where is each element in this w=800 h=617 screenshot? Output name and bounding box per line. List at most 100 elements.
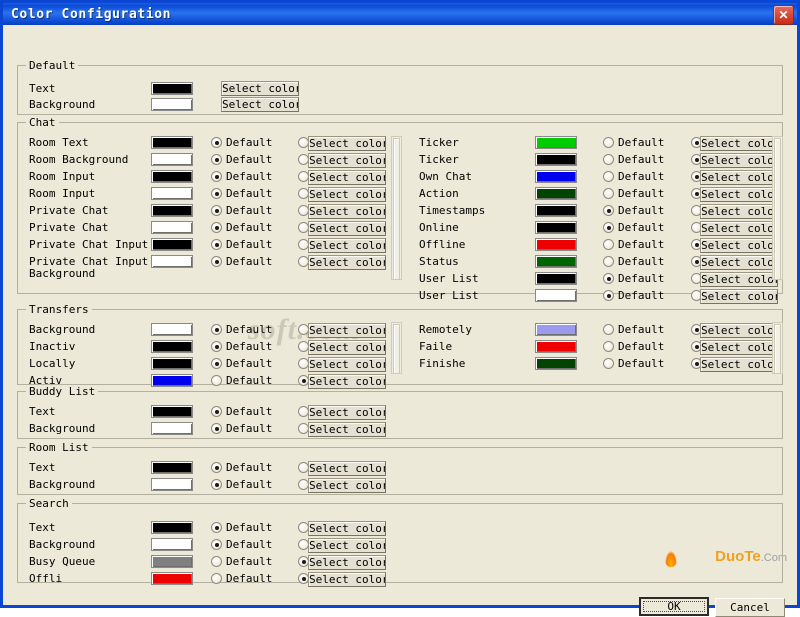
select-color-button-chat-left-private-chat-input-background-7[interactable]: Select color	[308, 255, 386, 270]
select-color-button-chat-right-user-list-9[interactable]: Select color	[700, 289, 778, 304]
radio-default-buddy-text-0[interactable]	[211, 406, 222, 417]
select-color-button-chat-left-room-text-0[interactable]: Select color	[308, 136, 386, 151]
radio-default-search-background-1[interactable]	[211, 539, 222, 550]
color-swatch-default-background[interactable]	[151, 98, 193, 111]
select-color-button-search-background-1[interactable]: Select color	[308, 538, 386, 553]
color-swatch-chat-left-room-background-1[interactable]	[151, 153, 193, 166]
radio-default-transfers-left-locally-2[interactable]	[211, 358, 222, 369]
radio-default-chat-right-status-7[interactable]	[603, 256, 614, 267]
color-swatch-chat-right-online-5[interactable]	[535, 221, 577, 234]
radio-default-chat-left-private-chat-4[interactable]	[211, 205, 222, 216]
radio-default-chat-left-room-background-1[interactable]	[211, 154, 222, 165]
select-color-button-chat-right-offline-6[interactable]: Select color	[700, 238, 778, 253]
color-swatch-chat-right-ticker-1[interactable]	[535, 153, 577, 166]
close-icon[interactable]: ✕	[773, 5, 794, 25]
ok-button[interactable]: OK	[639, 597, 709, 616]
radio-default-room-text-0[interactable]	[211, 462, 222, 473]
color-swatch-chat-left-room-input-2[interactable]	[151, 170, 193, 183]
color-swatch-default-text[interactable]	[151, 82, 193, 95]
select-color-button-transfers-left-background-0[interactable]: Select color	[308, 323, 386, 338]
transfers-left-scrollbar[interactable]	[391, 322, 402, 374]
color-swatch-search-text-0[interactable]	[151, 521, 193, 534]
select-color-button-transfers-right-faile-1[interactable]: Select color	[700, 340, 778, 355]
color-swatch-chat-right-action-3[interactable]	[535, 187, 577, 200]
radio-default-chat-right-offline-6[interactable]	[603, 239, 614, 250]
select-color-button-search-offli-3[interactable]: Select color	[308, 572, 386, 587]
select-color-button-chat-right-status-7[interactable]: Select color	[700, 255, 778, 270]
radio-default-chat-right-timestamps-4[interactable]	[603, 205, 614, 216]
radio-default-transfers-left-background-0[interactable]	[211, 324, 222, 335]
select-color-button-default-background[interactable]: Select color	[221, 97, 299, 112]
select-color-button-transfers-right-remotely-0[interactable]: Select color	[700, 323, 778, 338]
select-color-button-room-background-1[interactable]: Select color	[308, 478, 386, 493]
radio-default-chat-left-private-chat-input-6[interactable]	[211, 239, 222, 250]
select-color-button-transfers-left-inactiv-1[interactable]: Select color	[308, 340, 386, 355]
select-color-button-chat-right-timestamps-4[interactable]: Select color	[700, 204, 778, 219]
radio-default-chat-right-ticker-1[interactable]	[603, 154, 614, 165]
color-swatch-chat-right-user-list-9[interactable]	[535, 289, 577, 302]
radio-default-chat-right-user-list-8[interactable]	[603, 273, 614, 284]
select-color-button-transfers-right-finishe-2[interactable]: Select color	[700, 357, 778, 372]
color-swatch-chat-left-private-chat-4[interactable]	[151, 204, 193, 217]
select-color-button-room-text-0[interactable]: Select color	[308, 461, 386, 476]
transfers-right-scrollbar-thumb[interactable]	[774, 324, 781, 374]
radio-default-buddy-background-1[interactable]	[211, 423, 222, 434]
color-swatch-buddy-text-0[interactable]	[151, 405, 193, 418]
color-swatch-chat-left-room-input-3[interactable]	[151, 187, 193, 200]
select-color-button-chat-right-online-5[interactable]: Select color	[700, 221, 778, 236]
color-swatch-room-background-1[interactable]	[151, 478, 193, 491]
color-swatch-chat-right-offline-6[interactable]	[535, 238, 577, 251]
select-color-button-chat-left-room-input-2[interactable]: Select color	[308, 170, 386, 185]
radio-default-search-offli-3[interactable]	[211, 573, 222, 584]
color-swatch-chat-left-private-chat-5[interactable]	[151, 221, 193, 234]
radio-default-transfers-right-remotely-0[interactable]	[603, 324, 614, 335]
radio-default-transfers-left-inactiv-1[interactable]	[211, 341, 222, 352]
color-swatch-chat-right-user-list-8[interactable]	[535, 272, 577, 285]
color-swatch-chat-left-room-text-0[interactable]	[151, 136, 193, 149]
radio-default-chat-right-action-3[interactable]	[603, 188, 614, 199]
select-color-button-chat-left-room-input-3[interactable]: Select color	[308, 187, 386, 202]
color-swatch-search-background-1[interactable]	[151, 538, 193, 551]
color-swatch-transfers-right-remotely-0[interactable]	[535, 323, 577, 336]
select-color-button-chat-left-private-chat-input-6[interactable]: Select color	[308, 238, 386, 253]
transfers-left-scrollbar-thumb[interactable]	[393, 324, 400, 374]
radio-default-chat-left-private-chat-input-background-7[interactable]	[211, 256, 222, 267]
radio-default-chat-right-own-chat-2[interactable]	[603, 171, 614, 182]
color-swatch-search-offli-3[interactable]	[151, 572, 193, 585]
select-color-button-chat-right-user-list-8[interactable]: Select color	[700, 272, 778, 287]
color-swatch-buddy-background-1[interactable]	[151, 422, 193, 435]
chat-right-scrollbar-thumb[interactable]	[774, 138, 781, 280]
chat-left-scrollbar-thumb[interactable]	[393, 138, 400, 280]
select-color-button-search-text-0[interactable]: Select color	[308, 521, 386, 536]
radio-default-chat-left-room-input-2[interactable]	[211, 171, 222, 182]
select-color-button-default-text[interactable]: Select color	[221, 81, 299, 96]
radio-default-chat-left-private-chat-5[interactable]	[211, 222, 222, 233]
radio-default-chat-right-online-5[interactable]	[603, 222, 614, 233]
select-color-button-transfers-left-activ-3[interactable]: Select color	[308, 374, 386, 389]
select-color-button-chat-right-ticker-1[interactable]: Select color	[700, 153, 778, 168]
color-swatch-transfers-left-inactiv-1[interactable]	[151, 340, 193, 353]
color-swatch-chat-left-private-chat-input-6[interactable]	[151, 238, 193, 251]
select-color-button-chat-right-ticker-0[interactable]: Select color	[700, 136, 778, 151]
select-color-button-chat-left-room-background-1[interactable]: Select color	[308, 153, 386, 168]
color-swatch-transfers-right-finishe-2[interactable]	[535, 357, 577, 370]
radio-default-chat-left-room-input-3[interactable]	[211, 188, 222, 199]
select-color-button-chat-right-own-chat-2[interactable]: Select color	[700, 170, 778, 185]
radio-default-transfers-left-activ-3[interactable]	[211, 375, 222, 386]
chat-left-scrollbar[interactable]	[391, 136, 402, 280]
select-color-button-buddy-text-0[interactable]: Select color	[308, 405, 386, 420]
select-color-button-chat-left-private-chat-5[interactable]: Select color	[308, 221, 386, 236]
radio-default-transfers-right-finishe-2[interactable]	[603, 358, 614, 369]
chat-right-scrollbar[interactable]	[772, 136, 783, 280]
select-color-button-buddy-background-1[interactable]: Select color	[308, 422, 386, 437]
select-color-button-transfers-left-locally-2[interactable]: Select color	[308, 357, 386, 372]
select-color-button-search-busy-queue-2[interactable]: Select color	[308, 555, 386, 570]
color-swatch-transfers-right-faile-1[interactable]	[535, 340, 577, 353]
radio-default-chat-right-user-list-9[interactable]	[603, 290, 614, 301]
select-color-button-chat-left-private-chat-4[interactable]: Select color	[308, 204, 386, 219]
radio-default-room-background-1[interactable]	[211, 479, 222, 490]
radio-default-transfers-right-faile-1[interactable]	[603, 341, 614, 352]
radio-default-search-busy-queue-2[interactable]	[211, 556, 222, 567]
color-swatch-transfers-left-activ-3[interactable]	[151, 374, 193, 387]
radio-default-search-text-0[interactable]	[211, 522, 222, 533]
